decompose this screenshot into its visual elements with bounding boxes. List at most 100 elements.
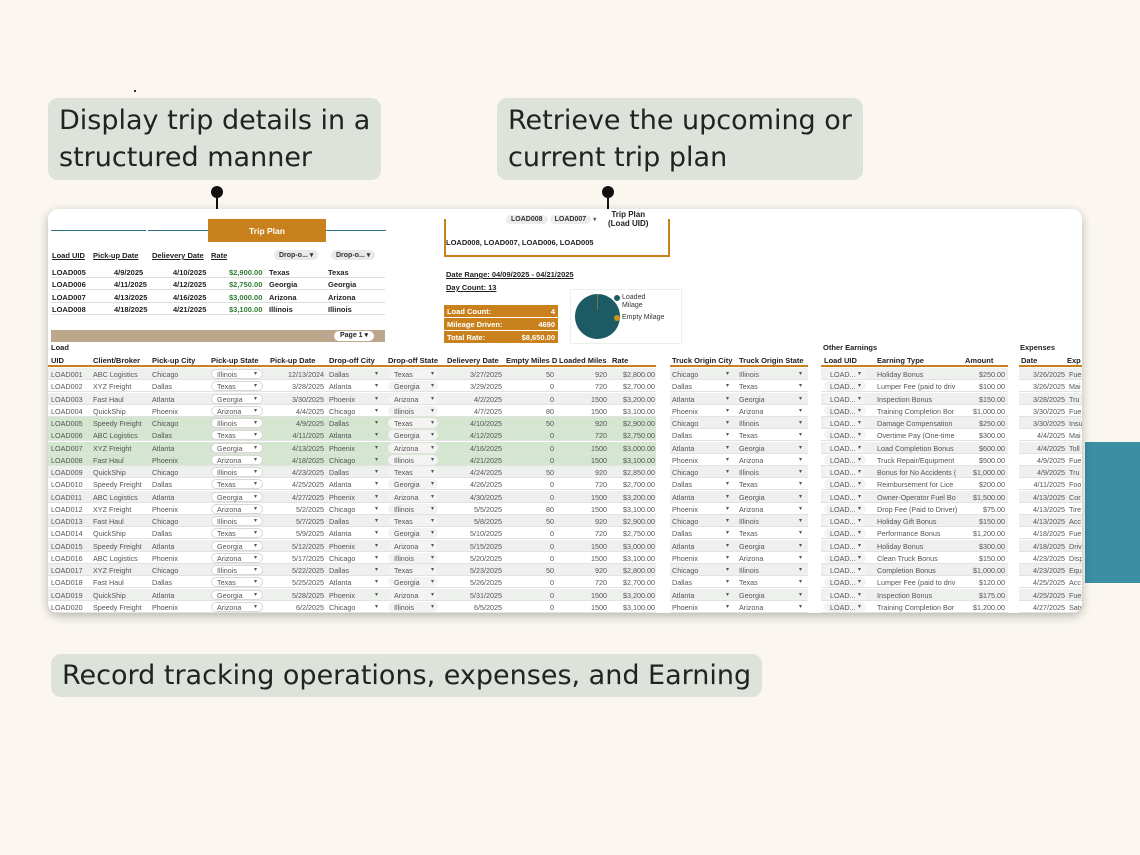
chevron-down-icon[interactable]: ▾ <box>799 505 802 512</box>
chevron-down-icon[interactable]: ▾ <box>375 529 378 536</box>
chevron-down-icon[interactable]: ▾ <box>726 566 729 573</box>
tp-filter-dropoff-1-label: Drop-o... <box>279 252 308 259</box>
chevron-down-icon[interactable]: ▾ <box>375 395 378 402</box>
exp-date-cell: 4/4/2025 <box>1037 431 1065 441</box>
chevron-down-icon[interactable]: ▾ <box>799 395 802 402</box>
chevron-down-icon[interactable]: ▾ <box>799 480 802 487</box>
chevron-down-icon[interactable]: ▾ <box>726 382 729 389</box>
chevron-down-icon[interactable]: ▾ <box>799 468 802 475</box>
chevron-down-icon[interactable]: ▾ <box>726 431 729 438</box>
chevron-down-icon[interactable]: ▾ <box>726 542 729 549</box>
chevron-down-icon[interactable]: ▾ <box>799 382 802 389</box>
chevron-down-icon: ▾ <box>431 603 435 610</box>
chevron-down-icon[interactable]: ▾ <box>726 480 729 487</box>
chevron-down-icon[interactable]: ▾ <box>726 468 729 475</box>
uid-cell: LOAD018 <box>51 578 83 588</box>
chevron-down-icon[interactable]: ▾ <box>375 554 378 561</box>
page-selector[interactable]: Page 1 ▾ <box>334 331 375 341</box>
chevron-down-icon[interactable]: ▾ <box>726 370 729 377</box>
tp-filter-dropoff-2[interactable]: Drop-o... ▾ <box>331 250 376 260</box>
chevron-down-icon[interactable]: ▾ <box>726 505 729 512</box>
loaded-miles-cell: 720 <box>595 480 607 490</box>
chevron-down-icon[interactable]: ▾ <box>375 566 378 573</box>
truck-city-cell: Chicago <box>672 370 699 379</box>
chevron-down-icon[interactable]: ▾ <box>726 578 729 585</box>
chevron-down-icon[interactable]: ▾ <box>726 603 729 610</box>
chevron-down-icon[interactable]: ▾ <box>799 444 802 451</box>
rate-cell: $2,750.00 <box>623 529 655 539</box>
chevron-down-icon[interactable]: ▾ <box>799 493 802 500</box>
chevron-down-icon[interactable]: ▾ <box>726 517 729 524</box>
chevron-down-icon[interactable]: ▾ <box>726 456 729 463</box>
table-row: LOAD015 Speedy Freight Atlanta Georgia ▾ 5/12… <box>48 539 1082 552</box>
uid-cell: LOAD007 <box>51 443 83 453</box>
chevron-down-icon[interactable]: ▾ <box>375 542 378 549</box>
chevron-down-icon[interactable]: ▾ <box>799 529 802 536</box>
chevron-down-icon[interactable]: ▾ <box>593 217 596 223</box>
pickup-city-cell: Phoenix <box>152 553 178 563</box>
chevron-down-icon[interactable]: ▾ <box>375 591 378 598</box>
chevron-down-icon[interactable]: ▾ <box>799 370 802 377</box>
chevron-down-icon[interactable]: ▾ <box>726 419 729 426</box>
empty-miles-cell: 50 <box>546 517 554 526</box>
chevron-down-icon: ▾ <box>254 469 258 475</box>
earn-amount-cell: $1,200.00 <box>973 529 1005 539</box>
earn-type-cell: Inspection Bonus <box>877 590 933 600</box>
chevron-down-icon[interactable]: ▾ <box>726 493 729 500</box>
chevron-down-icon[interactable]: ▾ <box>375 419 378 426</box>
chevron-down-icon[interactable]: ▾ <box>375 407 378 414</box>
chevron-down-icon[interactable]: ▾ <box>726 407 729 414</box>
truck-state-cell: Texas <box>739 529 758 539</box>
chevron-down-icon[interactable]: ▾ <box>799 566 802 573</box>
chevron-down-icon[interactable]: ▾ <box>375 444 378 451</box>
chevron-down-icon[interactable]: ▾ <box>799 554 802 561</box>
empty-miles-cell: 0 <box>550 590 554 600</box>
pickup-city-cell: Atlanta <box>152 590 175 600</box>
chevron-down-icon[interactable]: ▾ <box>375 603 378 610</box>
chevron-down-icon[interactable]: ▾ <box>375 493 378 500</box>
uid-chip-1[interactable]: LOAD008 <box>506 215 548 224</box>
tp-pickup: 4/13/2025 <box>114 292 148 302</box>
uid-chip-2[interactable]: LOAD007 <box>549 215 592 224</box>
earn-type-cell: Drop Fee (Paid to Driver) <box>877 504 958 514</box>
chevron-down-icon[interactable]: ▾ <box>799 603 802 610</box>
exp-type-cell: Fue <box>1069 370 1082 379</box>
chevron-down-icon[interactable]: ▾ <box>375 370 378 377</box>
chevron-down-icon[interactable]: ▾ <box>375 578 378 585</box>
chevron-down-icon[interactable]: ▾ <box>799 431 802 438</box>
chevron-down-icon[interactable]: ▾ <box>726 395 729 402</box>
chevron-down-icon[interactable]: ▾ <box>375 505 378 512</box>
dropoff-state-cell: Texas <box>394 468 413 477</box>
pickup-state-cell: Georgia <box>217 590 243 600</box>
chevron-down-icon[interactable]: ▾ <box>799 542 802 549</box>
pickup-state-cell: Georgia <box>217 541 243 551</box>
chevron-down-icon[interactable]: ▾ <box>375 382 378 389</box>
chevron-down-icon[interactable]: ▾ <box>726 591 729 598</box>
exp-date-cell: 4/18/2025 <box>1033 529 1065 539</box>
chevron-down-icon[interactable]: ▾ <box>375 431 378 438</box>
dropoff-city-cell: Dallas <box>329 517 349 526</box>
rate-cell: $2,700.00 <box>623 480 655 490</box>
date-range: Date Range: 04/09/2025 - 04/21/2025 <box>446 270 574 279</box>
tp-filter-dropoff-1[interactable]: Drop-o... ▾ <box>274 250 319 260</box>
uid-cell: LOAD014 <box>51 529 83 539</box>
chevron-down-icon[interactable]: ▾ <box>799 591 802 598</box>
empty-miles-cell: 0 <box>550 602 554 612</box>
chevron-down-icon[interactable]: ▾ <box>799 407 802 414</box>
chevron-down-icon[interactable]: ▾ <box>799 578 802 585</box>
chevron-down-icon[interactable]: ▾ <box>726 554 729 561</box>
rate-cell: $3,100.00 <box>623 553 655 563</box>
pickup-city-cell: Atlanta <box>152 541 175 551</box>
truck-city-cell: Phoenix <box>672 455 698 465</box>
chevron-down-icon[interactable]: ▾ <box>799 419 802 426</box>
chevron-down-icon[interactable]: ▾ <box>726 529 729 536</box>
dropoff-city-cell: Atlanta <box>329 480 352 490</box>
chevron-down-icon[interactable]: ▾ <box>799 517 802 524</box>
chevron-down-icon[interactable]: ▾ <box>726 444 729 451</box>
chevron-down-icon[interactable]: ▾ <box>375 468 378 475</box>
pickup-date-cell: 6/2/2025 <box>296 602 324 612</box>
chevron-down-icon[interactable]: ▾ <box>799 456 802 463</box>
chevron-down-icon[interactable]: ▾ <box>375 480 378 487</box>
chevron-down-icon[interactable]: ▾ <box>375 517 378 524</box>
chevron-down-icon[interactable]: ▾ <box>375 456 378 463</box>
